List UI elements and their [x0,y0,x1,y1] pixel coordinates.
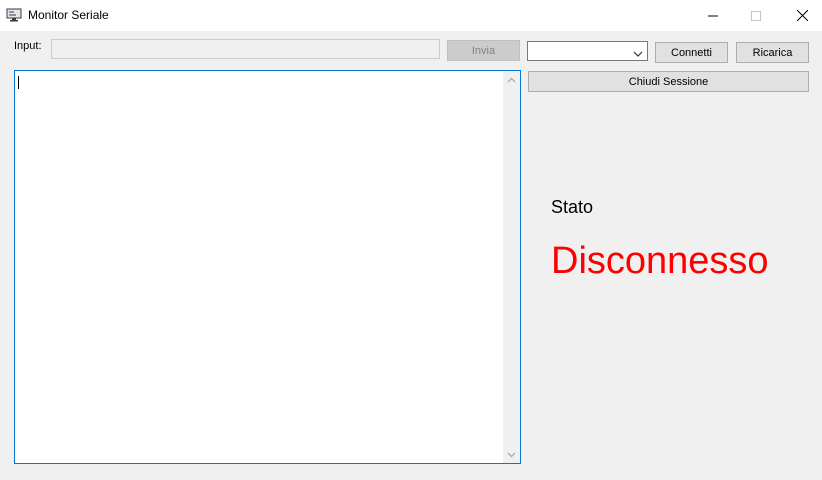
minimize-icon [708,15,718,16]
vertical-scrollbar[interactable] [503,71,520,463]
close-icon [796,10,808,21]
maximize-icon [751,10,761,21]
port-select[interactable] [527,41,648,61]
monitor-icon [6,7,22,23]
scroll-down-button[interactable] [503,446,520,463]
input-field[interactable] [51,39,440,59]
connect-button[interactable]: Connetti [655,42,728,63]
text-caret [18,76,19,89]
status-label: Stato [551,197,594,217]
close-session-button[interactable]: Chiudi Sessione [528,71,809,92]
send-button[interactable]: Invia [447,40,520,61]
serial-output-textarea[interactable] [14,70,521,464]
minimize-button[interactable] [690,0,736,31]
maximize-button[interactable] [733,0,779,31]
window-title: Monitor Seriale [28,8,109,22]
chevron-down-icon [633,47,643,61]
reload-button[interactable]: Ricarica [736,42,809,63]
scroll-up-button[interactable] [503,71,520,88]
title-bar: Monitor Seriale [0,0,822,31]
close-button[interactable] [779,0,822,31]
input-label: Input: [14,40,42,52]
chevron-down-icon [507,452,516,457]
status-value: Disconnesso [551,240,769,282]
chevron-up-icon [507,77,516,82]
